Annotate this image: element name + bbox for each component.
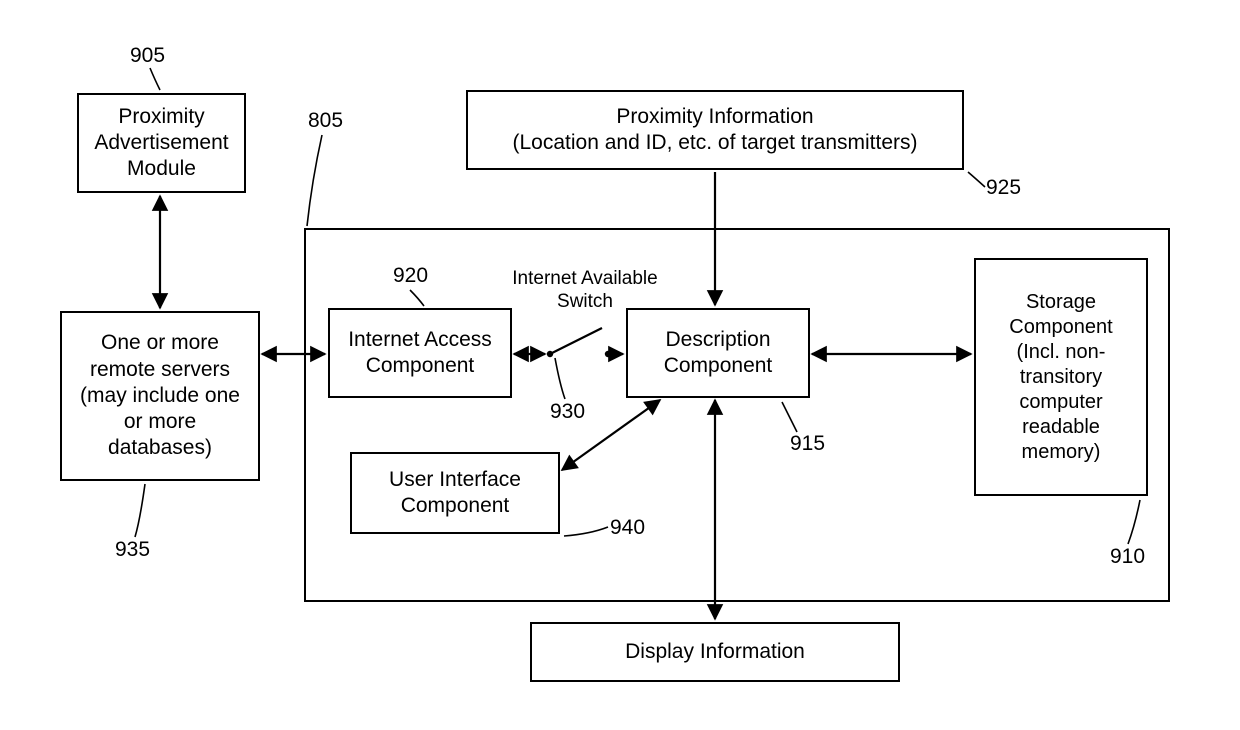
ref-930: 930 [550, 400, 585, 424]
ref-920: 920 [393, 264, 428, 288]
lead-935 [135, 484, 145, 537]
ref-915: 915 [790, 432, 825, 456]
block-description: Description Component [626, 308, 810, 398]
lead-925 [968, 172, 985, 187]
block-remote-servers: One or more remote servers (may include … [60, 311, 260, 481]
ref-805: 805 [308, 109, 343, 133]
block-proximity-ad-module: Proximity Advertisement Module [77, 93, 246, 193]
label-internet-available-switch: Internet Available Switch [500, 268, 670, 314]
ref-910: 910 [1110, 545, 1145, 569]
block-storage: Storage Component (Incl. non- transitory… [974, 258, 1148, 496]
block-display-info: Display Information [530, 622, 900, 682]
block-internet-access: Internet Access Component [328, 308, 512, 398]
block-user-interface: User Interface Component [350, 452, 560, 534]
diagram-stage: Proximity Advertisement Module One or mo… [0, 0, 1240, 730]
block-proximity-info: Proximity Information (Location and ID, … [466, 90, 964, 170]
lead-805 [307, 135, 322, 226]
ref-935: 935 [115, 538, 150, 562]
lead-905 [150, 68, 160, 90]
ref-905: 905 [130, 44, 165, 68]
ref-940: 940 [610, 516, 645, 540]
ref-925: 925 [986, 176, 1021, 200]
